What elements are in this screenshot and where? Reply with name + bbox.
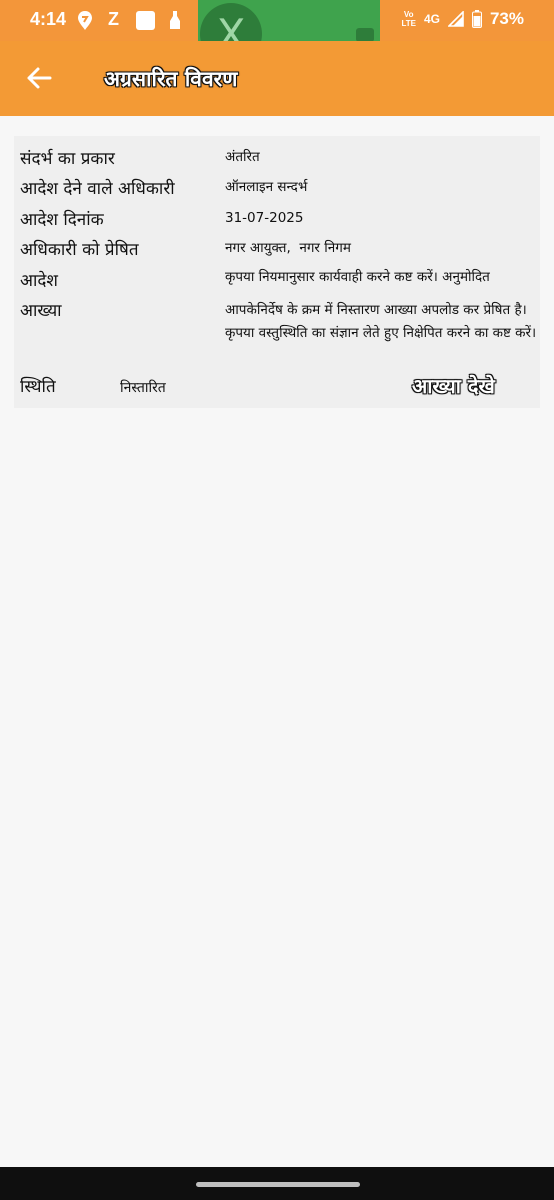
- battery-percent: 73%: [489, 9, 524, 28]
- navigation-bar: [0, 1167, 554, 1200]
- app-square-icon: [136, 11, 155, 30]
- notification-icon: [170, 11, 180, 29]
- app-bar: अग्रसारित विवरण: [0, 41, 554, 116]
- label-order-date: आदेश दिनांक: [20, 210, 104, 230]
- status-time: 4:14: [30, 9, 67, 29]
- value-status: निस्तारित: [120, 380, 166, 396]
- label-ordering-officer: आदेश देने वाले अधिकारी: [20, 179, 175, 199]
- label-report: आख्या: [20, 301, 62, 321]
- signal-icon: [447, 11, 464, 27]
- view-report-button[interactable]: आख्या देखे: [412, 372, 495, 399]
- battery-icon: [471, 10, 482, 28]
- value-report: आपकेनिर्देष के क्रम में निस्तारण आख्या अ…: [225, 302, 537, 341]
- arrow-left-icon[interactable]: [24, 63, 54, 93]
- value-order-date: 31-07-2025: [225, 210, 304, 226]
- value-sent-to-officer: नगर आयुक्त, नगर निगम: [225, 240, 351, 256]
- details-card: संदर्भ का प्रकार अंतरित आदेश देने वाले अ…: [14, 136, 540, 408]
- label-order: आदेश: [20, 271, 58, 291]
- label-reference-type: संदर्भ का प्रकार: [20, 149, 115, 169]
- home-gesture-handle[interactable]: [196, 1182, 360, 1187]
- label-sent-to-officer: अधिकारी को प्रेषित: [20, 240, 139, 260]
- zomato-icon: Z: [108, 9, 119, 29]
- value-order: कृपया नियमानुसार कार्यवाही करने कष्ट करे…: [225, 269, 490, 285]
- swiggy-icon: [78, 11, 92, 30]
- overlay-indicator-icon: [356, 28, 374, 42]
- status-right: Vo LTE 4G 73%: [375, 9, 524, 29]
- value-reference-type: अंतरित: [225, 149, 260, 165]
- page-title: अग्रसारित विवरण: [104, 67, 238, 91]
- volte-label: Vo LTE: [401, 10, 416, 28]
- label-status: स्थिति: [20, 377, 56, 397]
- value-ordering-officer: ऑनलाइन सन्दर्भ: [225, 179, 308, 195]
- network-type: 4G: [423, 12, 440, 26]
